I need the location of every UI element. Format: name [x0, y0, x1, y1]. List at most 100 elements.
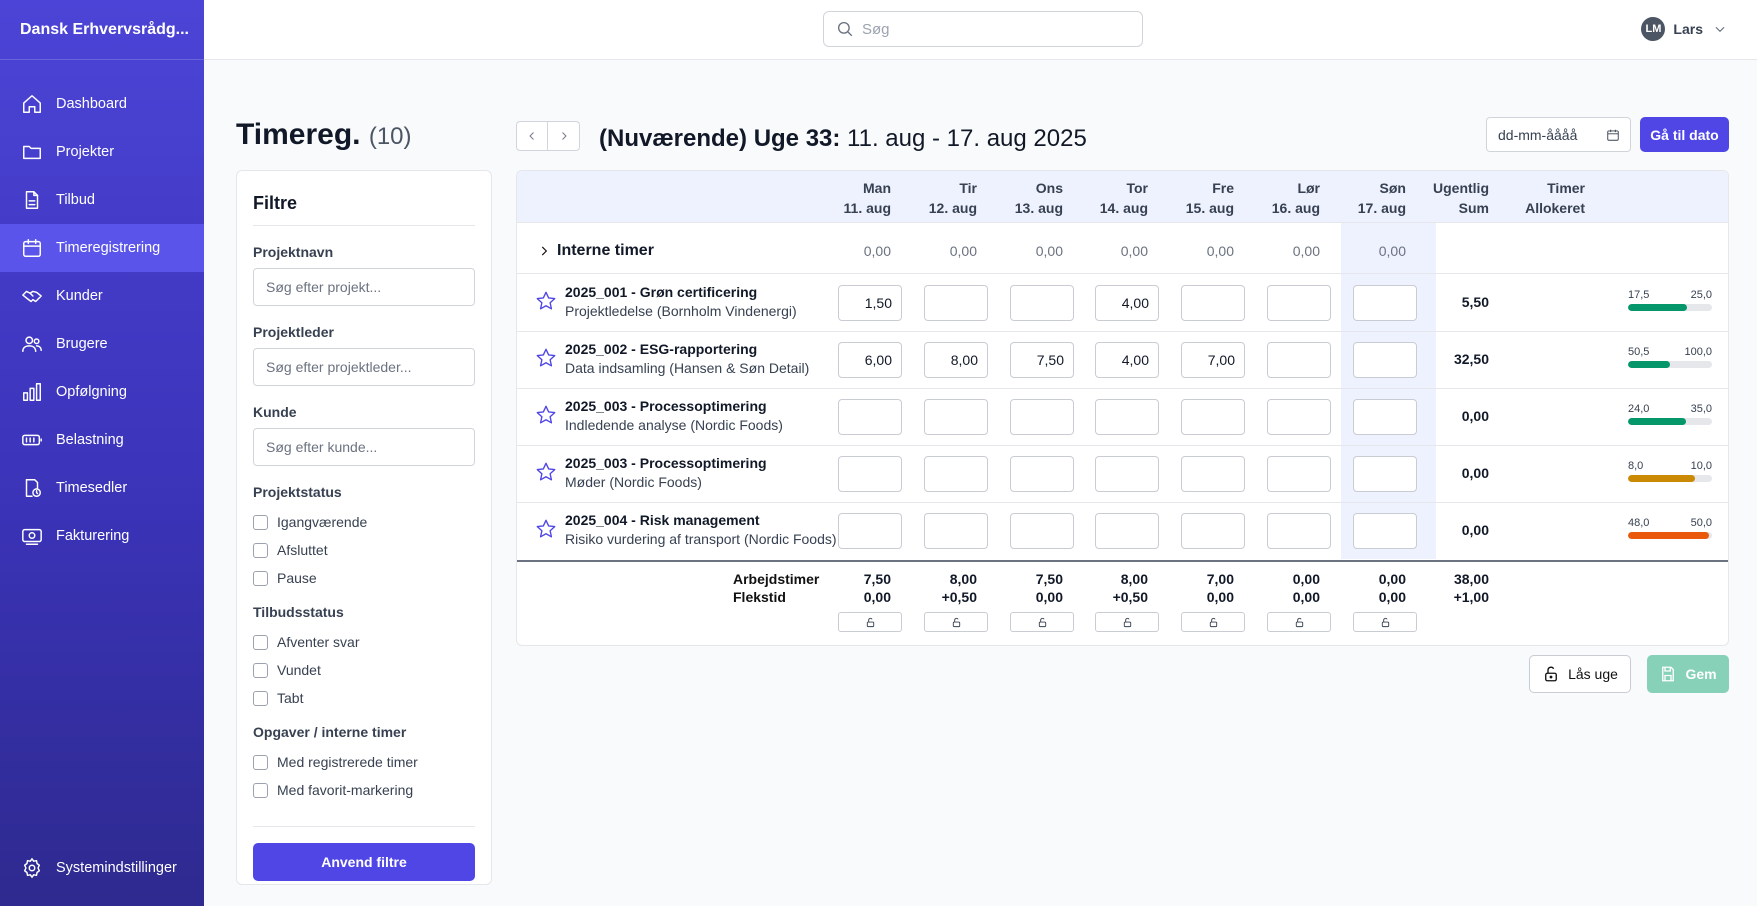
day-lock-button[interactable]: [1267, 612, 1331, 632]
search-input[interactable]: [862, 20, 1122, 38]
hours-input-man[interactable]: 6,00: [838, 342, 902, 378]
tasks-filter-option[interactable]: Med registrerede timer: [253, 748, 475, 776]
hours-input-søn[interactable]: [1353, 399, 1417, 435]
hours-input-man[interactable]: [838, 513, 902, 549]
hours-input-tir[interactable]: [924, 399, 988, 435]
checkbox[interactable]: [253, 754, 268, 770]
hours-input-tor[interactable]: [1095, 399, 1159, 435]
hours-input-lør[interactable]: [1267, 342, 1331, 378]
day-lock-button[interactable]: [1353, 612, 1417, 632]
checkbox[interactable]: [253, 542, 268, 558]
chevron-down-icon: [1715, 26, 1725, 33]
date-input[interactable]: dd-mm-åååå: [1486, 117, 1631, 152]
checkbox[interactable]: [253, 782, 268, 798]
project-status-option[interactable]: Afsluttet: [253, 536, 475, 564]
hours-input-fre[interactable]: 7,00: [1181, 342, 1245, 378]
day-lock-button[interactable]: [924, 612, 988, 632]
sidebar-item-kunder[interactable]: Kunder: [0, 272, 204, 320]
favorite-star-icon[interactable]: [535, 461, 557, 483]
sidebar-item-brugere[interactable]: Brugere: [0, 320, 204, 368]
sidebar-item-dashboard[interactable]: Dashboard: [0, 80, 204, 128]
day-lock-button[interactable]: [838, 612, 902, 632]
hours-input-lør[interactable]: [1267, 456, 1331, 492]
favorite-star-icon[interactable]: [535, 404, 557, 426]
calendar-icon[interactable]: [1606, 128, 1620, 142]
column-header-tor: Tor 14. aug: [1068, 178, 1148, 218]
internal-hours-row[interactable]: Interne timer 0,00 0,00 0,00 0,00 0,00 0,00 0,…: [517, 223, 1728, 274]
hours-input-man[interactable]: [838, 456, 902, 492]
hours-input-ons[interactable]: 7,50: [1010, 342, 1074, 378]
hours-input-søn[interactable]: [1353, 285, 1417, 321]
sidebar-item-systemindstillinger[interactable]: Systemindstillinger: [0, 844, 204, 892]
sidebar-item-timeregistrering[interactable]: Timeregistrering: [0, 224, 204, 272]
checkbox[interactable]: [253, 662, 268, 678]
goto-date-button[interactable]: Gå til dato: [1640, 117, 1729, 152]
favorite-star-icon[interactable]: [535, 290, 557, 312]
hours-input-tor[interactable]: [1095, 513, 1159, 549]
customer-input[interactable]: [253, 428, 475, 466]
hours-input-lør[interactable]: [1267, 513, 1331, 549]
hours-input-ons[interactable]: [1010, 399, 1074, 435]
hours-input-fre[interactable]: [1181, 513, 1245, 549]
apply-filters-button[interactable]: Anvend filtre: [253, 843, 475, 881]
hours-input-tir[interactable]: [924, 513, 988, 549]
hours-input-søn[interactable]: [1353, 513, 1417, 549]
day-lock-button[interactable]: [1181, 612, 1245, 632]
bar-chart-icon: [20, 380, 44, 404]
save-button[interactable]: Gem: [1647, 655, 1729, 693]
favorite-star-icon[interactable]: [535, 347, 557, 369]
hours-input-lør[interactable]: [1267, 285, 1331, 321]
hours-input-tir[interactable]: 8,00: [924, 342, 988, 378]
sidebar-item-tilbud[interactable]: Tilbud: [0, 176, 204, 224]
project-status-option[interactable]: Pause: [253, 564, 475, 592]
offer-status-option[interactable]: Afventer svar: [253, 628, 475, 656]
day-lock-button[interactable]: [1095, 612, 1159, 632]
hours-input-tir[interactable]: [924, 285, 988, 321]
project-name-input[interactable]: [253, 268, 475, 306]
hours-input-man[interactable]: [838, 399, 902, 435]
column-header-fre: Fre 15. aug: [1154, 178, 1234, 218]
search-box[interactable]: [823, 11, 1143, 47]
hours-input-fre[interactable]: [1181, 456, 1245, 492]
tasks-filter-option[interactable]: Med favorit-markering: [253, 776, 475, 804]
hours-input-søn[interactable]: [1353, 456, 1417, 492]
checkbox-label: Med registrerede timer: [277, 754, 418, 770]
project-lead-input[interactable]: [253, 348, 475, 386]
checkbox-label: Tabt: [277, 690, 304, 706]
hours-input-tor[interactable]: 4,00: [1095, 342, 1159, 378]
sidebar-item-fakturering[interactable]: Fakturering: [0, 512, 204, 560]
project-status-option[interactable]: Igangværende: [253, 508, 475, 536]
user-menu[interactable]: LM Lars: [1641, 17, 1727, 41]
hours-input-tor[interactable]: 4,00: [1095, 285, 1159, 321]
hours-input-søn[interactable]: [1353, 342, 1417, 378]
checkbox[interactable]: [253, 634, 268, 650]
offer-status-option[interactable]: Tabt: [253, 684, 475, 712]
hours-input-ons[interactable]: [1010, 285, 1074, 321]
lock-week-button[interactable]: Lås uge: [1529, 655, 1631, 693]
internal-hours-toggle[interactable]: Interne timer: [537, 242, 654, 260]
hours-input-ons[interactable]: [1010, 513, 1074, 549]
sidebar-item-timesedler[interactable]: Timesedler: [0, 464, 204, 512]
hours-input-fre[interactable]: [1181, 285, 1245, 321]
checkbox[interactable]: [253, 690, 268, 706]
work-hours-week-sum: 38,00: [1453, 571, 1489, 587]
sidebar-item-belastning[interactable]: Belastning: [0, 416, 204, 464]
chevron-right-icon: [541, 246, 548, 256]
checkbox[interactable]: [253, 514, 268, 530]
hours-input-lør[interactable]: [1267, 399, 1331, 435]
favorite-star-icon[interactable]: [535, 518, 557, 540]
column-day: Tor: [1126, 180, 1148, 196]
checkbox[interactable]: [253, 570, 268, 586]
hours-input-tir[interactable]: [924, 456, 988, 492]
hours-input-ons[interactable]: [1010, 456, 1074, 492]
hours-input-tor[interactable]: [1095, 456, 1159, 492]
sidebar-item-opf-lgning[interactable]: Opfølgning: [0, 368, 204, 416]
hours-input-man[interactable]: 1,50: [838, 285, 902, 321]
brand-name[interactable]: Dansk Erhvervsrådg...: [0, 0, 204, 60]
day-lock-button[interactable]: [1010, 612, 1074, 632]
previous-week-button[interactable]: [516, 121, 548, 151]
next-week-button[interactable]: [548, 121, 580, 151]
hours-input-fre[interactable]: [1181, 399, 1245, 435]
sidebar-item-projekter[interactable]: Projekter: [0, 128, 204, 176]
offer-status-option[interactable]: Vundet: [253, 656, 475, 684]
